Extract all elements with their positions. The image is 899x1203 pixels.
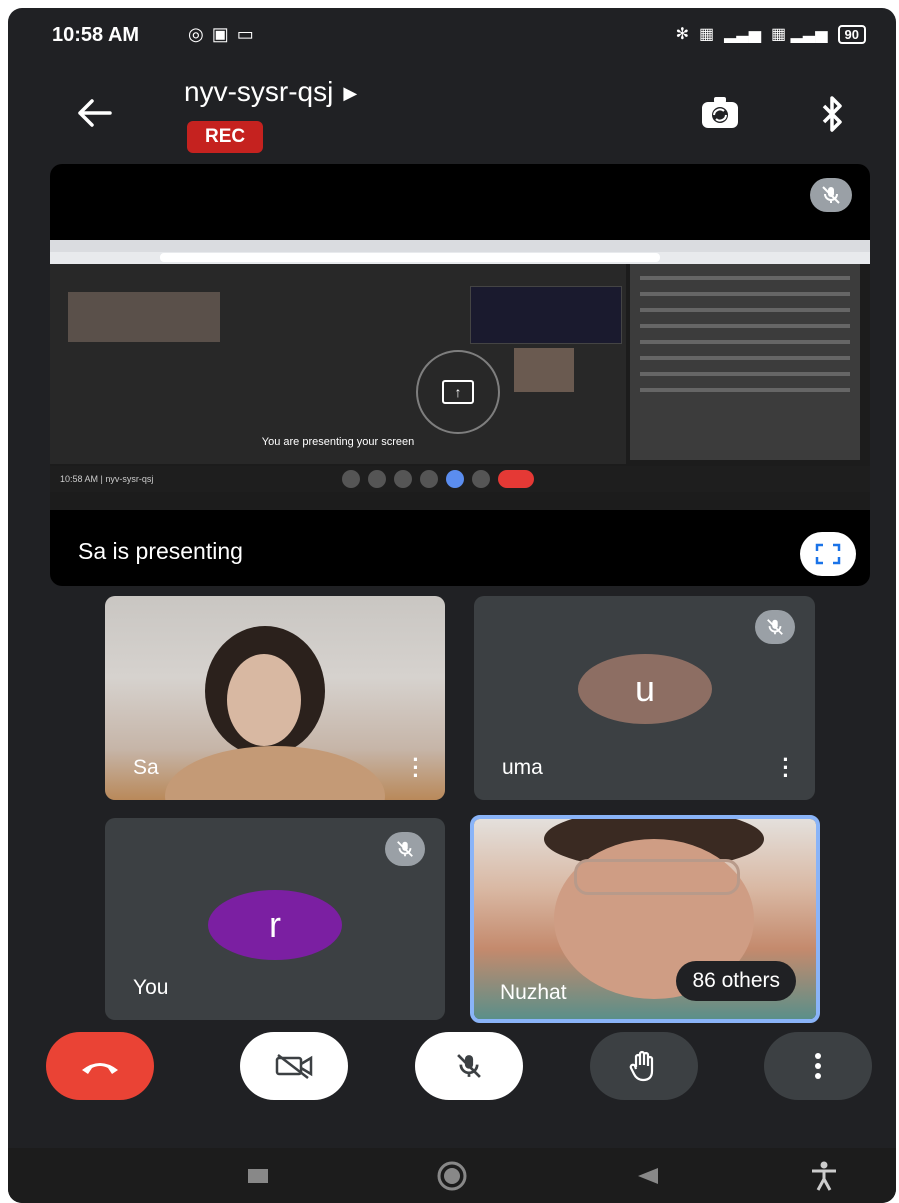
back-icon[interactable] bbox=[628, 1162, 668, 1190]
status-bar: 10:58 AM ◎▣▭ ✻ ▦ ▂▃▅ ▦ ▂▃▅ 90 bbox=[8, 8, 896, 60]
call-controls bbox=[8, 1032, 896, 1122]
shared-thumb-3 bbox=[514, 348, 574, 392]
camera-toggle-button[interactable] bbox=[240, 1032, 348, 1100]
shared-thumb-1 bbox=[68, 292, 220, 342]
shared-screen: ↑ You are presenting your screen 10:58 A… bbox=[50, 240, 870, 510]
status-time: 10:58 AM bbox=[52, 24, 140, 46]
meeting-code: nyv-sysr-qsj bbox=[184, 76, 334, 107]
status-left-icons: ◎▣▭ bbox=[188, 24, 262, 45]
cast-icon: ▭ bbox=[236, 24, 262, 44]
shared-browser-bar bbox=[50, 240, 870, 264]
meeting-code-button[interactable]: nyv-sysr-qsj ▶ bbox=[184, 76, 357, 108]
participant-name: uma bbox=[502, 756, 543, 779]
home-icon[interactable] bbox=[432, 1161, 472, 1191]
raise-hand-icon bbox=[629, 1050, 654, 1082]
presentation-tile[interactable]: ↑ You are presenting your screen 10:58 A… bbox=[50, 164, 870, 586]
notification-icon: ▣ bbox=[211, 24, 237, 44]
battery-icon: 90 bbox=[837, 24, 866, 44]
avatar: r bbox=[208, 890, 342, 960]
accessibility-icon[interactable] bbox=[804, 1161, 844, 1191]
mic-off-icon bbox=[755, 610, 795, 644]
shared-thumb-2 bbox=[470, 286, 622, 344]
presenter-label: Sa is presenting bbox=[78, 538, 243, 564]
phone-screen: 10:58 AM ◎▣▭ ✻ ▦ ▂▃▅ ▦ ▂▃▅ 90 nyv-sysr-q… bbox=[8, 8, 896, 1203]
end-call-icon bbox=[82, 1063, 118, 1074]
camera-off-icon bbox=[275, 1054, 313, 1079]
shared-meet-controls: 10:58 AM | nyv-sysr-qsj bbox=[50, 466, 870, 492]
shared-browser-tabs bbox=[50, 240, 870, 252]
shared-browser-url bbox=[160, 253, 660, 262]
more-vert-icon[interactable]: · · · bbox=[411, 749, 421, 787]
participant-tile-uma[interactable]: u uma · · · bbox=[474, 596, 815, 800]
whatsapp-icon: ◎ bbox=[188, 24, 212, 44]
signal-icon: ▂▃▅ bbox=[724, 26, 762, 43]
more-options-icon bbox=[815, 1053, 821, 1079]
raise-hand-button[interactable] bbox=[590, 1032, 698, 1100]
more-vert-icon[interactable]: · · · bbox=[781, 749, 791, 787]
mic-toggle-button[interactable] bbox=[415, 1032, 523, 1100]
fullscreen-button[interactable] bbox=[800, 532, 856, 576]
bluetooth-audio-icon[interactable] bbox=[808, 90, 856, 138]
end-call-button[interactable] bbox=[46, 1032, 154, 1100]
back-arrow-icon[interactable] bbox=[70, 88, 120, 138]
recording-badge: REC bbox=[187, 121, 264, 153]
switch-camera-icon[interactable] bbox=[696, 90, 744, 138]
shared-meet-view: ↑ You are presenting your screen bbox=[50, 264, 626, 464]
participant-name: Nuzhat bbox=[500, 981, 567, 1004]
meeting-header: nyv-sysr-qsj ▶ REC bbox=[8, 68, 896, 168]
present-screen-icon: ↑ bbox=[416, 350, 500, 434]
signal-4g-icon: ▦ ▂▃▅ bbox=[771, 26, 828, 43]
others-count-chip[interactable]: 86 others bbox=[676, 961, 796, 1001]
fullscreen-icon bbox=[815, 543, 841, 565]
bluetooth-icon: ✻ bbox=[675, 26, 689, 43]
mic-off-icon bbox=[457, 1054, 481, 1078]
shared-side-panel bbox=[630, 264, 860, 460]
mic-off-icon bbox=[385, 832, 425, 866]
presenter-mic-off-icon bbox=[810, 178, 852, 212]
participant-tile-you[interactable]: r You bbox=[105, 818, 445, 1020]
participant-name: You bbox=[133, 976, 169, 999]
participant-tile-nuzhat[interactable]: Nuzhat 86 others bbox=[470, 815, 820, 1023]
shared-presenting-text: You are presenting your screen bbox=[261, 436, 415, 448]
chevron-right-icon: ▶ bbox=[343, 83, 358, 104]
status-right-icons: ✻ ▦ ▂▃▅ ▦ ▂▃▅ 90 bbox=[676, 24, 866, 44]
shared-bottom-label: 10:58 AM | nyv-sysr-qsj bbox=[60, 474, 154, 484]
system-nav-bar bbox=[8, 1148, 896, 1203]
participant-tile-sa[interactable]: Sa · · · bbox=[105, 596, 445, 800]
volte-icon: ▦ bbox=[699, 26, 715, 43]
recents-icon[interactable] bbox=[238, 1162, 278, 1190]
more-options-button[interactable] bbox=[764, 1032, 872, 1100]
avatar: u bbox=[578, 654, 712, 724]
participant-name: Sa bbox=[133, 756, 159, 779]
